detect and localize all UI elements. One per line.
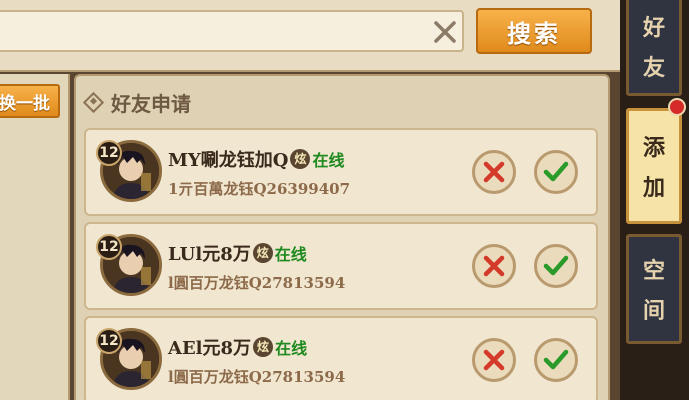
name-line: AEl元8万 炫 在线 xyxy=(168,334,307,360)
section-header: 好友申请 xyxy=(82,88,191,117)
search-button[interactable]: 搜索 xyxy=(476,8,592,54)
online-status: 在线 xyxy=(274,245,307,264)
clear-icon[interactable] xyxy=(430,17,460,47)
reject-button[interactable] xyxy=(472,244,516,288)
tab-label: 友 xyxy=(642,55,665,81)
reject-button[interactable] xyxy=(472,150,516,194)
tab-space[interactable]: 空 间 xyxy=(626,234,682,344)
friend-request-card: 12 MY唰龙钰加Q 炫 在线 1亓百萬龙钰Q26399407 xyxy=(84,128,598,216)
vip-icon: 炫 xyxy=(290,149,311,169)
online-status: 在线 xyxy=(312,151,345,170)
player-name: AEl元8万 xyxy=(168,338,252,359)
tab-label: 加 xyxy=(642,175,665,201)
player-signature: l圓百万龙钰Q27813594 xyxy=(168,274,346,292)
name-line: LUl元8万 炫 在线 xyxy=(168,240,307,266)
search-input[interactable] xyxy=(0,10,464,52)
tab-add[interactable]: 添 加 xyxy=(626,108,682,224)
player-signature: 1亓百萬龙钰Q26399407 xyxy=(168,180,351,198)
player-name: LUl元8万 xyxy=(168,244,251,265)
friend-request-card: 12 AEl元8万 炫 在线 l圓百万龙钰Q27813594 xyxy=(84,316,598,400)
friend-request-card: 12 LUl元8万 炫 在线 l圓百万龙钰Q27813594 xyxy=(84,222,598,310)
vip-icon: 炫 xyxy=(253,337,274,357)
friend-add-screen: 搜索 换一批 好友申请 12 MY唰龙钰加Q 炫 在线 1亓百萬龙钰Q26399… xyxy=(0,0,689,400)
tab-label: 添 xyxy=(642,135,665,161)
diamond-icon xyxy=(82,91,105,114)
search-bar: 搜索 xyxy=(0,0,620,72)
tab-label: 空 xyxy=(642,258,665,284)
player-name: MY唰龙钰加Q xyxy=(168,150,289,171)
refresh-batch-button[interactable]: 换一批 xyxy=(0,84,60,118)
accept-button[interactable] xyxy=(534,150,578,194)
level-badge: 12 xyxy=(96,140,122,166)
section-title: 好友申请 xyxy=(111,92,191,116)
left-panel xyxy=(0,74,70,400)
level-badge: 12 xyxy=(96,234,122,260)
tab-label: 好 xyxy=(642,15,665,41)
player-signature: l圓百万龙钰Q27813594 xyxy=(168,368,346,386)
vip-icon: 炫 xyxy=(252,243,273,263)
tab-friends[interactable]: 好 友 xyxy=(626,0,682,96)
reject-button[interactable] xyxy=(472,338,516,382)
name-line: MY唰龙钰加Q 炫 在线 xyxy=(168,146,344,172)
accept-button[interactable] xyxy=(534,244,578,288)
level-badge: 12 xyxy=(96,328,122,354)
accept-button[interactable] xyxy=(534,338,578,382)
online-status: 在线 xyxy=(275,339,308,358)
notification-badge xyxy=(668,98,686,116)
tab-label: 间 xyxy=(642,298,665,324)
